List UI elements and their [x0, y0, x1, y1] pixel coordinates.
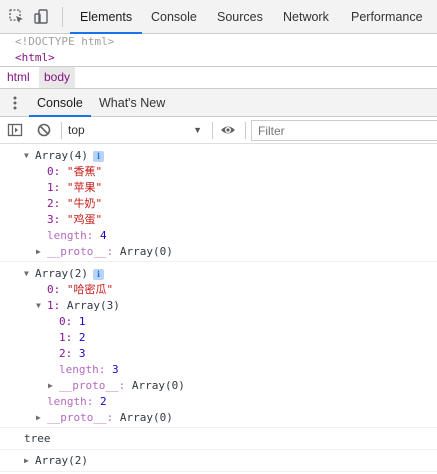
collapsed-triangle-icon: ▶: [36, 413, 41, 422]
array-length: length: 4: [47, 229, 107, 242]
nested-array-header[interactable]: ▼ 1: Array(3): [36, 298, 120, 314]
inspect-element-icon[interactable]: [8, 8, 26, 26]
expanded-triangle-icon: ▼: [36, 301, 41, 310]
array-proto[interactable]: ▶ __proto__: Array(0): [36, 244, 173, 260]
breadcrumb-html[interactable]: html: [2, 67, 35, 88]
tab-network[interactable]: Network: [283, 0, 329, 34]
collapsed-triangle-icon: ▶: [24, 456, 29, 465]
kebab-menu-icon[interactable]: [9, 96, 21, 110]
toolbar-divider: [245, 122, 246, 139]
nested-array-proto[interactable]: ▶ __proto__: Array(0): [48, 378, 185, 394]
array-length: length: 2: [47, 395, 107, 408]
dropdown-arrow-icon: ▼: [193, 125, 202, 135]
console-message: ▶ Array(2): [0, 450, 437, 472]
array-header[interactable]: ▼ Array(2) i: [24, 266, 104, 282]
array-entry: 0: "香蕉": [47, 165, 103, 178]
nested-array-entry: 2: 3: [59, 347, 86, 360]
console-toolbar: top ▼: [0, 117, 437, 144]
console-message: ▼ Array(2) i 0: "哈密瓜" ▼ 1: Array(3) 0: 1 1:…: [0, 262, 437, 428]
expanded-triangle-icon: ▼: [24, 151, 29, 160]
devtools-tab-bar: Elements Console Sources Network Perform…: [0, 0, 437, 34]
nested-array-entry: 1: 2: [59, 331, 86, 344]
show-sidebar-icon[interactable]: [7, 122, 23, 138]
array-entry: 3: "鸡蛋": [47, 213, 103, 226]
breadcrumb: html body: [0, 66, 437, 89]
tab-console[interactable]: Console: [151, 0, 197, 34]
console-message: ▼ Array(4) i 0: "香蕉" 1: "苹果" 2: "牛奶" 3: "鸡…: [0, 144, 437, 262]
dom-html-node[interactable]: <html>: [15, 51, 55, 64]
toolbar-divider: [61, 122, 62, 139]
toolbar-divider: [62, 7, 63, 27]
filter-input[interactable]: [251, 120, 437, 141]
device-toolbar-icon[interactable]: [33, 8, 51, 26]
tab-performance[interactable]: Performance: [351, 0, 423, 34]
collapsed-array[interactable]: ▶ Array(2): [24, 453, 88, 469]
tab-elements[interactable]: Elements: [70, 0, 143, 34]
console-output: ▼ Array(4) i 0: "香蕉" 1: "苹果" 2: "牛奶" 3: "鸡…: [0, 144, 437, 474]
array-entry: 1: "苹果": [47, 181, 103, 194]
dom-doctype-node[interactable]: <!DOCTYPE html>: [15, 35, 114, 48]
array-proto[interactable]: ▶ __proto__: Array(0): [36, 410, 173, 426]
tab-sources[interactable]: Sources: [217, 0, 263, 34]
collapsed-triangle-icon: ▶: [48, 381, 53, 390]
breadcrumb-body[interactable]: body: [39, 67, 76, 88]
elements-dom-tree: <!DOCTYPE html> <html>: [0, 34, 437, 66]
array-header[interactable]: ▼ Array(4) i: [24, 148, 104, 164]
nested-array-entry: 0: 1: [59, 315, 86, 328]
drawer-tab-bar: Console What's New: [0, 89, 437, 117]
live-expression-eye-icon[interactable]: [220, 122, 236, 138]
context-value: top: [68, 123, 85, 137]
console-message: tree: [0, 428, 437, 450]
drawer-tab-whats-new[interactable]: What's New: [99, 89, 165, 117]
info-icon[interactable]: i: [92, 151, 104, 162]
drawer-tab-console[interactable]: Console: [29, 89, 91, 117]
toolbar-divider: [212, 122, 213, 139]
collapsed-triangle-icon: ▶: [36, 247, 41, 256]
array-entry: 2: "牛奶": [47, 197, 103, 210]
log-text: tree: [24, 432, 51, 445]
clear-console-icon[interactable]: [36, 122, 52, 138]
array-entry: 0: "哈密瓜": [47, 283, 114, 296]
expanded-triangle-icon: ▼: [24, 269, 29, 278]
info-icon[interactable]: i: [92, 269, 104, 280]
context-selector[interactable]: top ▼: [68, 120, 206, 140]
nested-array-length: length: 3: [59, 363, 119, 376]
